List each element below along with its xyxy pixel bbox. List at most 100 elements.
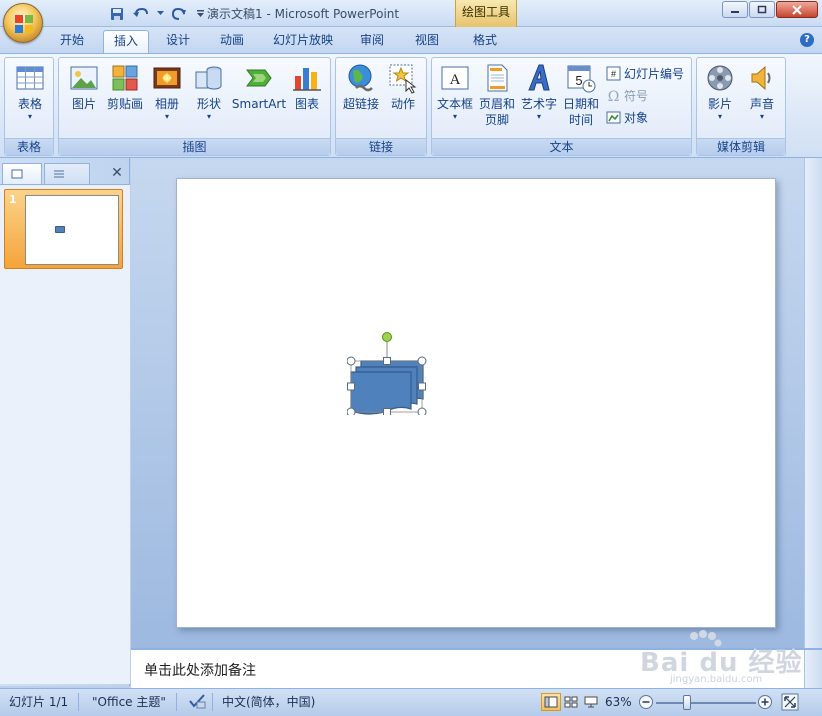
resize-handle[interactable] xyxy=(346,407,356,417)
album-button[interactable]: 相册 ▾ xyxy=(145,62,189,136)
datetime-button[interactable]: 5 日期和 时间 xyxy=(560,62,602,136)
album-dropdown-icon: ▾ xyxy=(164,112,169,121)
close-button[interactable] xyxy=(776,1,818,18)
film-reel-icon xyxy=(707,65,733,91)
status-separator xyxy=(176,693,177,711)
resize-handle[interactable] xyxy=(383,357,391,365)
resize-handle[interactable] xyxy=(417,407,427,417)
wordart-button[interactable]: 艺术字 ▾ xyxy=(518,62,560,136)
resize-handle[interactable] xyxy=(418,382,426,391)
close-pane-icon[interactable]: ✕ xyxy=(110,166,124,180)
window-title: 演示文稿1 - Microsoft PowerPoint xyxy=(207,7,400,21)
tab-view[interactable]: 视图 xyxy=(404,30,450,53)
minimize-button[interactable] xyxy=(722,1,748,18)
zoom-out-icon[interactable] xyxy=(638,694,654,715)
chart-button-label: 图表 xyxy=(294,97,319,111)
slideshow-view-button[interactable] xyxy=(581,693,601,711)
hyperlink-button[interactable]: 超链接 xyxy=(338,62,384,136)
smartart-button[interactable]: SmartArt xyxy=(231,62,287,136)
omega-icon: Ω xyxy=(608,89,620,103)
vertical-scrollbar[interactable] xyxy=(804,158,822,648)
smartart-icon xyxy=(246,69,272,87)
textbox-button[interactable]: A 文本框 ▾ xyxy=(434,62,476,136)
action-button[interactable]: 动作 xyxy=(382,62,424,136)
shapes-button[interactable]: 形状 ▾ xyxy=(189,62,229,136)
slide-number-button[interactable]: # 幻灯片编号 xyxy=(606,63,684,83)
wordart-icon xyxy=(528,64,550,91)
slide-number-icon: # xyxy=(606,66,621,80)
customize-qat-icon[interactable] xyxy=(194,5,206,23)
window-controls xyxy=(722,1,818,18)
tab-format[interactable]: 格式 xyxy=(462,30,508,53)
selected-multidocument-shape[interactable] xyxy=(346,331,427,417)
zoom-in-icon[interactable] xyxy=(757,694,773,715)
table-icon xyxy=(16,66,44,90)
picture-icon xyxy=(70,66,98,90)
picture-button[interactable]: 图片 xyxy=(61,62,107,136)
resize-handle[interactable] xyxy=(417,356,427,366)
group-media: 影片 ▾ 声音 ▾ 媒体剪辑 xyxy=(696,57,786,156)
restore-button[interactable] xyxy=(749,1,775,18)
office-logo-icon xyxy=(15,15,33,33)
resize-handle[interactable] xyxy=(347,382,355,391)
normal-view-button[interactable] xyxy=(541,693,561,711)
slide-number-label: 幻灯片编号 xyxy=(624,66,685,81)
svg-text:#: # xyxy=(611,69,616,79)
sound-button[interactable]: 声音 ▾ xyxy=(741,62,783,136)
clipart-button[interactable]: 剪贴画 xyxy=(105,62,145,136)
table-dropdown-icon: ▾ xyxy=(27,112,32,121)
album-icon xyxy=(153,67,181,89)
table-button-label: 表格 xyxy=(17,97,42,111)
notes-pane[interactable]: 单击此处添加备注 xyxy=(131,648,822,688)
status-separator xyxy=(212,693,213,711)
tab-slideshow[interactable]: 幻灯片放映 xyxy=(266,30,340,53)
movie-button-label: 影片 xyxy=(707,97,732,111)
group-label-table: 表格 xyxy=(5,138,53,155)
tab-review[interactable]: 审阅 xyxy=(352,30,392,53)
resize-handle[interactable] xyxy=(346,356,356,366)
language-indicator[interactable]: 中文(简体，中国) xyxy=(222,693,315,711)
slide-canvas[interactable] xyxy=(176,178,776,628)
tab-design[interactable]: 设计 xyxy=(158,30,198,53)
drawing-tools-header: 绘图工具 xyxy=(455,0,517,27)
fit-to-window-icon[interactable] xyxy=(781,693,799,716)
album-button-label: 相册 xyxy=(154,97,179,111)
office-button[interactable] xyxy=(3,3,43,43)
action-icon xyxy=(389,64,417,94)
zoom-level[interactable]: 63% xyxy=(605,693,632,711)
textbox-button-label: 文本框 xyxy=(436,97,473,111)
resize-handle[interactable] xyxy=(383,408,391,416)
outline-tab[interactable] xyxy=(44,163,90,184)
tab-home[interactable]: 开始 xyxy=(52,30,92,53)
undo-dropdown-icon[interactable] xyxy=(156,5,164,23)
zoom-slider-thumb[interactable] xyxy=(683,695,691,710)
object-button[interactable]: 对象 xyxy=(606,107,648,127)
save-icon[interactable] xyxy=(108,5,126,23)
tab-insert[interactable]: 插入 xyxy=(103,30,149,53)
shapes-icon xyxy=(195,66,222,90)
slide-sorter-button[interactable] xyxy=(561,693,581,711)
tab-animations[interactable]: 动画 xyxy=(210,30,254,53)
redo-icon[interactable] xyxy=(170,5,188,23)
slide-thumbnail-selected[interactable]: 1 xyxy=(4,189,123,269)
sound-dropdown-icon: ▾ xyxy=(759,112,764,121)
table-button[interactable]: 表格 ▾ xyxy=(7,62,53,136)
header-footer-button[interactable]: 页眉和 页脚 xyxy=(476,62,518,136)
group-label-illustrations: 插图 xyxy=(59,138,330,155)
symbol-button[interactable]: Ω 符号 xyxy=(606,85,648,105)
chart-icon xyxy=(293,68,321,91)
chart-button[interactable]: 图表 xyxy=(287,62,327,136)
help-icon[interactable]: ? xyxy=(800,33,814,47)
notes-scrollbar[interactable] xyxy=(804,650,822,688)
header-footer-icon xyxy=(487,64,508,92)
slides-tab[interactable] xyxy=(2,163,42,184)
zoom-slider-track[interactable] xyxy=(656,702,756,704)
calendar-icon: 5 xyxy=(567,65,596,93)
movie-dropdown-icon: ▾ xyxy=(717,112,722,121)
undo-icon[interactable] xyxy=(132,5,150,23)
spellcheck-icon[interactable] xyxy=(188,693,206,714)
movie-button[interactable]: 影片 ▾ xyxy=(699,62,741,136)
thumbnail-shape xyxy=(55,226,65,233)
hyperlink-button-label: 超链接 xyxy=(342,97,379,111)
rotate-handle[interactable] xyxy=(382,332,392,342)
